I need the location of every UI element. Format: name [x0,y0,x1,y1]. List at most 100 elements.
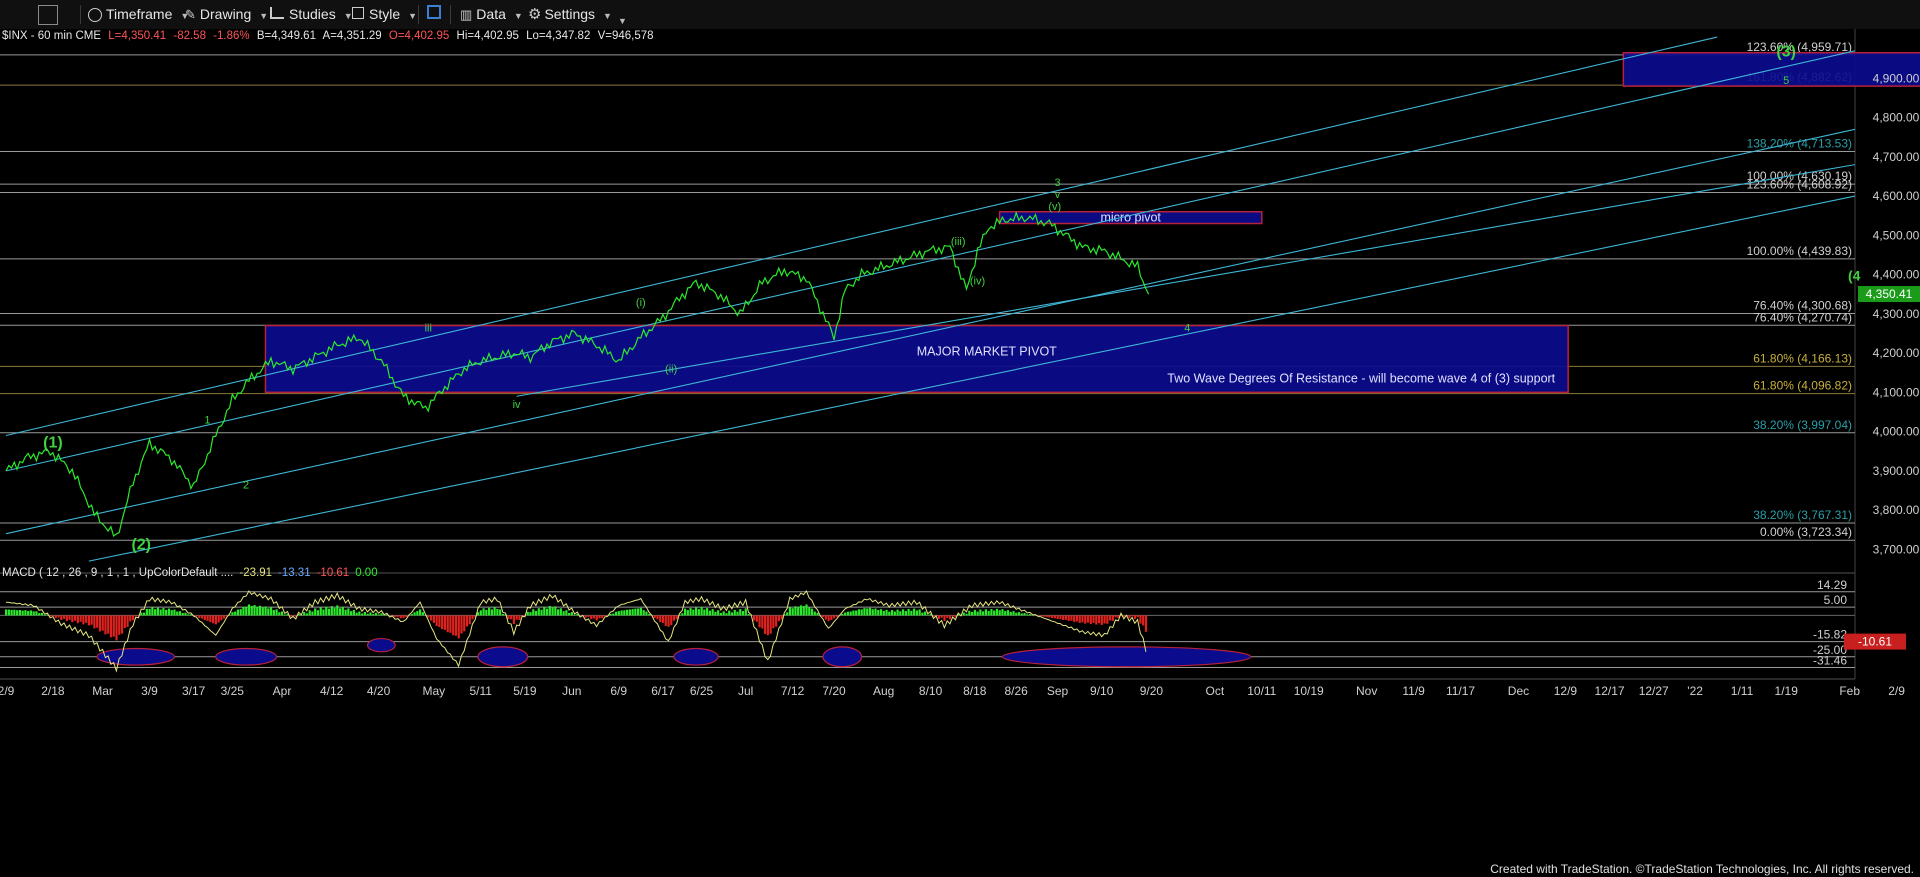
macd-histogram-bar [482,608,485,616]
macd-histogram-bar [120,615,124,634]
macd-histogram-bar [369,612,372,616]
chevron-down-icon: ▼ [513,11,523,21]
x-tick-label: 10/19 [1294,684,1324,698]
macd-histogram-bar [457,615,460,639]
macd-histogram-bar [399,615,402,619]
macd-histogram-bar [275,609,278,616]
macd-histogram-bar [799,605,803,616]
studies-button[interactable]: Studies ▼ [270,4,353,25]
macd-histogram-bar [973,609,976,616]
macd-histogram-bar [570,612,573,616]
macd-histogram-bar [866,608,869,616]
macd-histogram-bar [907,608,910,616]
macd-histogram-bar [488,607,491,616]
macd-histogram-bar [595,615,598,621]
toolbar: Timeframe ▼ ✎ Drawing ▼ Studies ▼ Style ▼ ▥ Da… [0,0,1920,30]
wave-label: 1 [204,415,210,427]
macd-histogram-bar [32,611,35,616]
macd-histogram-bar [703,609,706,616]
macd-histogram-bar [924,611,927,616]
macd-histogram-bar [118,615,121,635]
y-tick-label: 4,300.00 [1873,307,1920,321]
bar-chart-icon: ▥ [460,7,473,22]
macd-histogram-bar [181,612,184,616]
macd-histogram-bar [465,615,469,627]
workspace-tab[interactable] [38,5,58,25]
price-chart[interactable]: 123.60% (4,959.71)161.80% (4,882.62)138.… [0,29,1920,869]
macd-histogram-bar [937,615,941,619]
x-tick-label: Aug [873,684,894,698]
x-tick-label: 12/9 [1554,684,1578,698]
x-tick-label: 6/9 [610,684,627,698]
x-tick-label: Apr [273,684,292,698]
x-tick-label: 7/20 [822,684,846,698]
footer-credit: Created with TradeStation. ©TradeStation… [1490,862,1914,876]
macd-histogram-bar [653,615,656,619]
macd-histogram-bar [1062,615,1065,620]
settings-button[interactable]: ⚙ Settings ▼ ▼ [528,4,627,26]
macd-histogram-bar [123,615,126,629]
macd-histogram-bar [361,613,364,616]
x-tick-label: 3/17 [182,684,206,698]
layout-button[interactable] [427,4,441,25]
macd-histogram-bar [670,615,673,625]
macd-histogram-bar [844,612,847,616]
settings-label: Settings [544,6,596,22]
macd-histogram-bar [717,610,720,616]
macd-highlight-ellipse [477,646,529,668]
macd-histogram-bar [341,606,344,616]
macd-histogram-bar [918,609,921,616]
right-edge-wave-label: (4 [1848,268,1861,284]
macd-histogram-bar [951,615,954,617]
macd-histogram-bar [1023,613,1026,616]
macd-histogram-bar [788,607,792,616]
macd-histogram-bar [87,615,90,626]
macd-histogram-bar [628,609,631,616]
bid-label: B=4,349.61 [257,30,316,42]
macd-histogram-bar [40,612,44,616]
macd-histogram-bar [441,615,444,630]
macd-histogram-bar [584,615,587,618]
macd-histogram-bar [170,610,173,616]
x-tick-label: 8/10 [919,684,943,698]
y-tick-label: 4,800.00 [1873,111,1920,125]
macd-histogram-bar [871,609,874,616]
style-button[interactable]: Style ▼ [352,4,417,25]
timeframe-button[interactable]: Timeframe ▼ [88,4,189,25]
macd-histogram-bar [857,609,861,616]
macd-histogram-bar [846,611,849,616]
drawing-button[interactable]: ✎ Drawing ▼ [185,4,268,25]
drawing-label: Drawing [199,6,252,22]
macd-histogram-bar [261,607,264,616]
last-price-label: L=4,350.41 [108,30,166,42]
macd-histogram-bar [805,604,808,616]
wave-label: (2) [131,536,151,553]
macd-histogram-bar [319,607,322,616]
macd-histogram-bar [151,607,154,616]
macd-histogram-bar [758,615,761,628]
macd-histogram-bar [1086,615,1090,623]
macd-histogram-bar [330,606,333,616]
y-tick-label: 4,000.00 [1873,425,1920,439]
macd-histogram-bar [1100,615,1103,625]
macd-histogram-bar [485,609,488,616]
macd-histogram-bar [545,608,549,616]
macd-histogram-bar [976,611,979,616]
y-tick-label: 4,400.00 [1873,268,1920,282]
macd-histogram-bar [683,608,687,616]
macd-histogram-bar [764,615,767,634]
macd-histogram-bar [239,609,242,616]
macd-histogram-bar [1053,615,1056,619]
macd-histogram-bar [1001,609,1004,616]
macd-histogram-bar [269,607,273,616]
macd-histogram-bar [396,615,400,617]
macd-histogram-bar [874,608,877,616]
macd-histogram-bar [65,615,68,622]
macd-histogram-bar [471,615,474,620]
macd-histogram-bar [438,615,441,628]
macd-histogram-bar [719,612,723,616]
macd-histogram-bar [419,609,422,616]
macd-value-badge-text: -10.61 [1858,635,1892,649]
macd-highlight-ellipse [1001,646,1252,668]
data-button[interactable]: ▥ Data ▼ [460,4,523,25]
